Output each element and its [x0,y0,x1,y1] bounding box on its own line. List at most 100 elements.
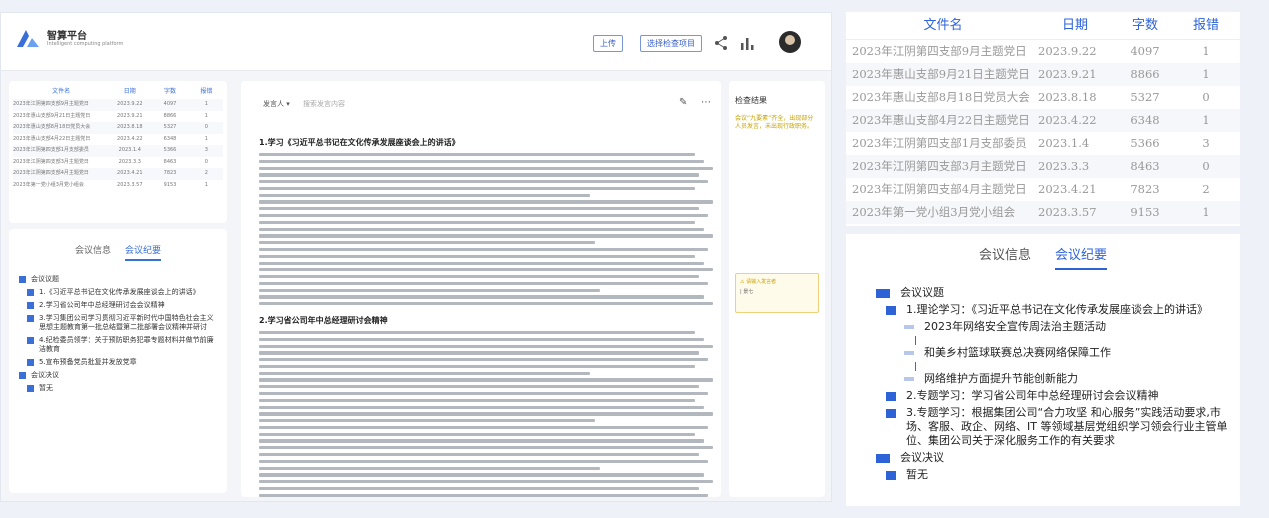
cell-name: 2023年惠山支部8月18日党员大会 [852,90,1030,104]
document-text-line [259,186,695,191]
cell-name: 2023年惠山支部9月21日主题党日 [13,112,91,119]
table-row[interactable]: 2023年惠山支部8月18日党员大会 2023.8.18 5327 0 [13,122,223,134]
expand-icon[interactable] [27,302,34,309]
edit-icon[interactable]: ✎ [679,97,687,108]
subtopic-item[interactable]: 2023年网络安全宣传周法治主题活动 [924,320,1106,334]
document-text-line [259,371,591,375]
platform-logo-icon [17,30,39,47]
upload-button[interactable]: 上传 [593,35,623,52]
subtopic-item[interactable]: 和美乡村篮球联赛总决赛网络保障工作 [924,346,1111,360]
mini-topic-item[interactable]: 4.纪检委员领学：关于预防职务犯罪专题材料并做节前廉洁教育 [27,336,217,354]
document-text-line [259,330,695,335]
table-row[interactable]: 2023年江阴第四支部3月主题党日 2023.3.3 8463 0 [846,155,1240,178]
table-row[interactable]: 2023年惠山支部4月22日主题党日 2023.4.22 6348 1 [13,134,223,146]
table-row[interactable]: 2023年江阴第四支部9月主题党日 2023.9.22 4097 1 [846,40,1240,63]
cell-count: 5327 [163,124,177,130]
left-panel: 文件名 日期 字数 报错 2023年江阴第四支部9月主题党日 2023.9.22 4… [9,81,227,497]
document-text-line [259,486,700,491]
cell-error: 0 [204,124,208,130]
tab-meeting-info[interactable]: 会议信息 [979,244,1031,270]
table-row[interactable]: 2023年惠山支部9月21日主题党日 2023.9.21 8866 1 [846,63,1240,86]
mini-topic-item[interactable]: 2.学习省公司年中总经理研讨会会议精神 [27,301,217,310]
header-date[interactable]: 日期 [1034,12,1112,39]
mini-topic-item[interactable]: 3.学习集团公司学习贯彻习近平新时代中国特色社会主义思想主题教育第一批总结暨第二… [27,314,217,332]
collapse-icon[interactable] [876,454,890,463]
document-text-line [259,364,695,369]
table-row[interactable]: 2023年第一党小组3月党小组会 2023.3.57 9153 1 [13,180,223,192]
topic-item-1[interactable]: 1.理论学习：《习近平总书记在文化传承发展座谈会上的讲话》 [906,303,1208,317]
document-text-line [259,439,704,443]
mini-tab-meeting-minutes[interactable]: 会议纪要 [125,243,162,261]
cell-name: 2023年江阴第四支部4月主题党日 [852,182,1027,196]
table-row[interactable]: 2023年第一党小组3月党小组会 2023.3.57 9153 1 [846,201,1240,224]
decision-value: 暂无 [906,468,928,481]
mini-topic-item[interactable]: 5.宣布预备党员批复并发放党章 [27,358,217,367]
mini-topic-item[interactable]: 1.《习近平总书记在文化传承发展座谈会上的讲话》 [27,288,217,297]
header-filename[interactable]: 文件名 [846,12,1034,39]
cell-error: 1 [204,112,208,119]
select-check-items-button[interactable]: 选择检查项目 [640,35,702,52]
table-row[interactable]: 2023年江阴第四支部1月支部委员 2023.1.4 5366 3 [13,145,223,157]
document-text-line [259,261,704,265]
cell-date: 2023.4.22 [1038,113,1097,127]
check-results-panel: 检查结果 会议“九要素”齐全，出现部分人员发言，未出现行政职务。 ⚠ 请输入发言… [729,81,825,497]
expand-icon[interactable] [886,392,896,401]
document-text-line [259,351,700,355]
table-row[interactable]: 2023年江阴第四支部4月主题党日 2023.4.21 7823 2 [13,168,223,180]
cell-date: 2023.8.18 [1038,90,1097,104]
bar-chart-icon[interactable] [739,35,755,51]
document-text-line [259,281,709,286]
expand-icon[interactable] [27,289,34,296]
topic-item-2[interactable]: 2.专题学习：学习省公司年中总经理研讨会会议精神 [906,389,1159,403]
mini-tab-meeting-info[interactable]: 会议信息 [75,243,111,261]
collapse-icon[interactable] [876,289,890,298]
document-text-line [259,412,713,416]
document-text-line [259,473,704,477]
document-text-line [259,344,713,348]
avatar[interactable] [779,31,801,53]
speaker-warning-card[interactable]: ⚠ 请输入发言者 | 景七 [735,273,819,313]
subtopic-item[interactable]: 网络维护方面提升节能创新能力 [924,372,1078,386]
cell-date: 2023.3.57 [117,181,143,188]
table-row[interactable]: 2023年江阴第四支部4月主题党日 2023.4.21 7823 2 [846,178,1240,201]
document-heading-2: 2.学习省公司年中总经理研讨会精神 [259,315,388,325]
cell-count: 6348 [163,135,177,142]
table-row[interactable]: 2023年惠山支部8月18日党员大会 2023.8.18 5327 0 [846,86,1240,109]
speech-search-input[interactable]: 搜索发言内容 [303,99,345,109]
cell-error: 3 [204,147,208,153]
share-icon[interactable] [713,35,729,51]
expand-icon[interactable] [27,315,34,322]
document-text-line [259,446,713,450]
table-row[interactable]: 2023年惠山支部4月22日主题党日 2023.4.22 6348 1 [846,109,1240,132]
document-text-line [259,453,700,457]
cell-name: 2023年第一党小组3月党小组会 [13,181,84,188]
collapse-icon[interactable] [19,372,26,379]
header-word-count[interactable]: 字数 [1112,12,1178,39]
cell-error: 1 [1202,44,1210,58]
expand-icon[interactable] [27,359,34,366]
document-text-line [259,385,700,389]
minutes-panel: 会议信息 会议纪要 会议议题 1.理论学习：《习近平总书记在文化传承发展座谈会上… [846,234,1240,506]
document-text-line [259,275,700,279]
cell-date: 2023.9.22 [1038,44,1097,58]
collapse-icon[interactable] [886,306,896,315]
cell-count: 5327 [1130,90,1160,104]
expand-icon[interactable] [27,337,34,344]
cell-name: 2023年惠山支部9月21日主题党日 [852,67,1030,81]
header-errors[interactable]: 报错 [1178,12,1234,39]
collapse-icon[interactable] [19,276,26,283]
topic-item-3[interactable]: 3.专题学习：根据集团公司“合力攻坚 和心服务”实践活动要求,市场、客服、政企、… [906,406,1240,448]
table-row[interactable]: 2023年江阴第四支部9月主题党日 2023.9.22 4097 1 [13,99,223,111]
table-row[interactable]: 2023年江阴第四支部1月支部委员 2023.1.4 5366 3 [846,132,1240,155]
more-icon[interactable]: ⋯ [701,97,711,108]
expand-icon[interactable] [886,409,896,418]
cell-count: 5366 [1130,136,1160,150]
document-text-line [259,288,600,292]
tab-meeting-minutes[interactable]: 会议纪要 [1055,244,1108,270]
section-decision-label: 会议决议 [900,451,944,464]
document-text-line [259,159,704,163]
subitem-marker-icon [904,325,914,329]
speaker-filter[interactable]: 发言人 ▾ [263,99,290,109]
table-row[interactable]: 2023年江阴第四支部3月主题党日 2023.3.3 8463 0 [13,157,223,169]
table-row[interactable]: 2023年惠山支部9月21日主题党日 2023.9.21 8866 1 [13,111,223,123]
